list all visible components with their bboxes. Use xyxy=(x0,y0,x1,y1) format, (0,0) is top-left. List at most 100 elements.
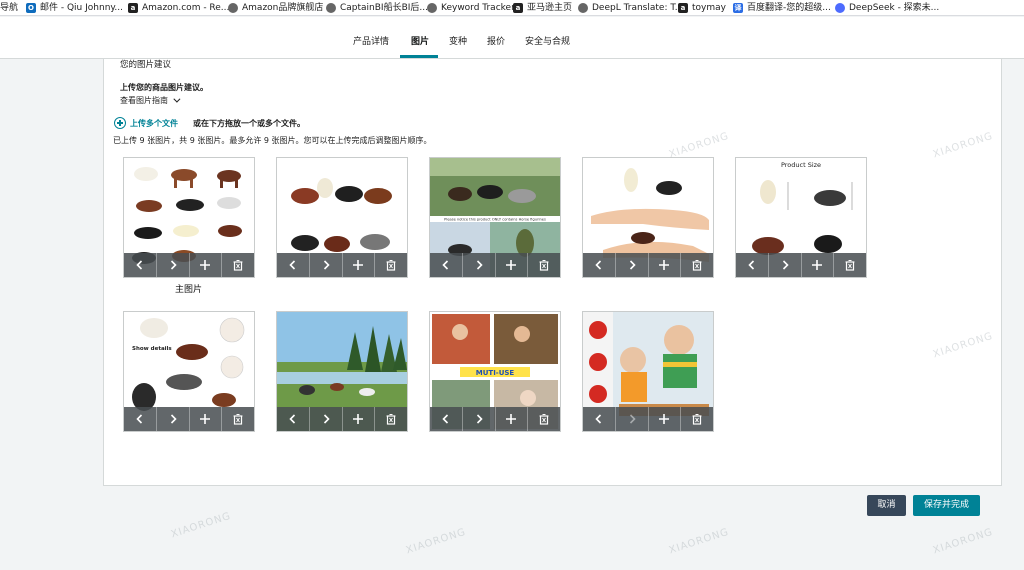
thumbnail-toolbar xyxy=(736,253,866,277)
trash-icon xyxy=(386,260,396,271)
delete-image-button[interactable] xyxy=(375,407,407,431)
tab-product-details[interactable]: 产品详情 xyxy=(353,34,389,47)
tab-variations[interactable]: 变种 xyxy=(449,34,467,47)
move-left-button[interactable] xyxy=(583,407,616,431)
add-circle-icon[interactable] xyxy=(114,117,126,129)
add-image-button[interactable] xyxy=(343,253,376,277)
delete-image-button[interactable] xyxy=(528,253,560,277)
plus-icon xyxy=(200,260,211,270)
image-thumbnail-4[interactable] xyxy=(582,157,714,278)
chevron-left-icon xyxy=(595,414,601,424)
move-right-button[interactable] xyxy=(157,253,190,277)
watermark: XIAORONG xyxy=(169,510,233,541)
chevron-right-icon xyxy=(476,414,483,424)
bookmark-amazon-home[interactable]: a 亚马逊主页 xyxy=(513,0,572,15)
add-image-button[interactable] xyxy=(649,407,682,431)
upload-multiple-link[interactable]: 上传多个文件 xyxy=(130,118,178,129)
move-left-button[interactable] xyxy=(277,253,310,277)
move-left-button[interactable] xyxy=(430,407,463,431)
move-right-button[interactable] xyxy=(310,253,343,277)
main-image-label: 主图片 xyxy=(175,285,203,295)
delete-image-button[interactable] xyxy=(528,407,560,431)
move-right-button[interactable] xyxy=(463,253,496,277)
bookmark-amazon[interactable]: a Amazon.com - Re... xyxy=(128,0,229,15)
drag-drop-hint: 或在下方拖放一个或多个文件。 xyxy=(193,119,305,128)
trash-icon xyxy=(692,260,702,271)
watermark: XIAORONG xyxy=(404,526,468,557)
thumbnail-caption-8: MUTI-USE xyxy=(476,369,515,377)
plus-icon xyxy=(353,414,364,424)
globe-icon xyxy=(427,3,437,13)
chevron-left-icon xyxy=(136,260,142,270)
image-thumbnail-5[interactable]: Product Size xyxy=(735,157,867,278)
chevron-right-icon xyxy=(629,260,636,270)
move-left-button[interactable] xyxy=(430,253,463,277)
add-image-button[interactable] xyxy=(802,253,835,277)
image-thumbnail-6[interactable]: Show details xyxy=(123,311,255,432)
move-left-button[interactable] xyxy=(583,253,616,277)
thumbnail-toolbar xyxy=(583,407,713,431)
cancel-button[interactable]: 取消 xyxy=(867,495,906,516)
thumbnail-caption-3: Please notice this product ONLY contains… xyxy=(444,218,546,222)
image-thumbnail-9[interactable] xyxy=(582,311,714,432)
tab-offer[interactable]: 报价 xyxy=(487,34,505,47)
bookmark-nav[interactable]: 导航 xyxy=(0,0,18,15)
move-left-button[interactable] xyxy=(124,253,157,277)
chevron-right-icon xyxy=(629,414,636,424)
delete-image-button[interactable] xyxy=(222,407,254,431)
bookmark-keyword-tracker[interactable]: Keyword Tracker xyxy=(427,0,515,15)
image-thumbnail-3[interactable]: Please notice this product ONLY contains… xyxy=(429,157,561,278)
chevron-right-icon xyxy=(323,260,330,270)
bookmark-captainbi[interactable]: CaptainBI船长BI后... xyxy=(326,0,428,15)
trash-icon xyxy=(845,260,855,271)
image-thumbnail-7[interactable] xyxy=(276,311,408,432)
thumbnail-toolbar xyxy=(583,253,713,277)
chevron-right-icon xyxy=(170,260,177,270)
move-right-button[interactable] xyxy=(310,407,343,431)
bookmark-baidu-translate[interactable]: 译百度翻译-您的超级... xyxy=(733,0,831,15)
save-and-finish-button[interactable]: 保存并完成 xyxy=(913,495,980,516)
move-right-button[interactable] xyxy=(616,253,649,277)
delete-image-button[interactable] xyxy=(375,253,407,277)
bookmark-toymay[interactable]: a toymay xyxy=(678,0,726,15)
image-thumbnail-8[interactable]: MUTI-USE xyxy=(429,311,561,432)
bookmark-deepseek[interactable]: DeepSeek - 探索未... xyxy=(835,0,939,15)
amazon-icon: a xyxy=(513,3,523,13)
chevron-right-icon xyxy=(170,414,177,424)
delete-image-button[interactable] xyxy=(222,253,254,277)
add-image-button[interactable] xyxy=(649,253,682,277)
add-image-button[interactable] xyxy=(190,253,223,277)
chevron-left-icon xyxy=(442,414,448,424)
trash-icon xyxy=(539,260,549,271)
bookmark-deepl[interactable]: DeepL Translate: T... xyxy=(578,0,683,15)
move-right-button[interactable] xyxy=(616,407,649,431)
move-right-button[interactable] xyxy=(463,407,496,431)
tab-images[interactable]: 图片 xyxy=(411,34,429,47)
tab-safety-compliance[interactable]: 安全与合规 xyxy=(525,34,570,47)
thumbnail-toolbar xyxy=(124,253,254,277)
image-guide-link[interactable]: 查看图片指南 xyxy=(120,95,181,106)
move-left-button[interactable] xyxy=(277,407,310,431)
move-left-button[interactable] xyxy=(124,407,157,431)
thumbnail-toolbar xyxy=(277,253,407,277)
bookmark-amazon-brand-store[interactable]: Amazon品牌旗舰店 xyxy=(228,0,323,15)
image-thumbnail-2[interactable] xyxy=(276,157,408,278)
move-right-button[interactable] xyxy=(769,253,802,277)
image-thumbnail-1[interactable] xyxy=(123,157,255,278)
move-left-button[interactable] xyxy=(736,253,769,277)
move-right-button[interactable] xyxy=(157,407,190,431)
chevron-right-icon xyxy=(476,260,483,270)
add-image-button[interactable] xyxy=(496,253,529,277)
add-image-button[interactable] xyxy=(190,407,223,431)
chevron-left-icon xyxy=(442,260,448,270)
globe-icon xyxy=(228,3,238,13)
delete-image-button[interactable] xyxy=(681,407,713,431)
bookmark-outlook[interactable]: O 邮件 - Qiu Johnny... xyxy=(26,0,123,15)
delete-image-button[interactable] xyxy=(681,253,713,277)
add-image-button[interactable] xyxy=(496,407,529,431)
delete-image-button[interactable] xyxy=(834,253,866,277)
thumbnail-toolbar xyxy=(430,407,560,431)
bookmarks-bar: 导航 O 邮件 - Qiu Johnny... a Amazon.com - Re.… xyxy=(0,0,1024,16)
amazon-icon: a xyxy=(128,3,138,13)
add-image-button[interactable] xyxy=(343,407,376,431)
